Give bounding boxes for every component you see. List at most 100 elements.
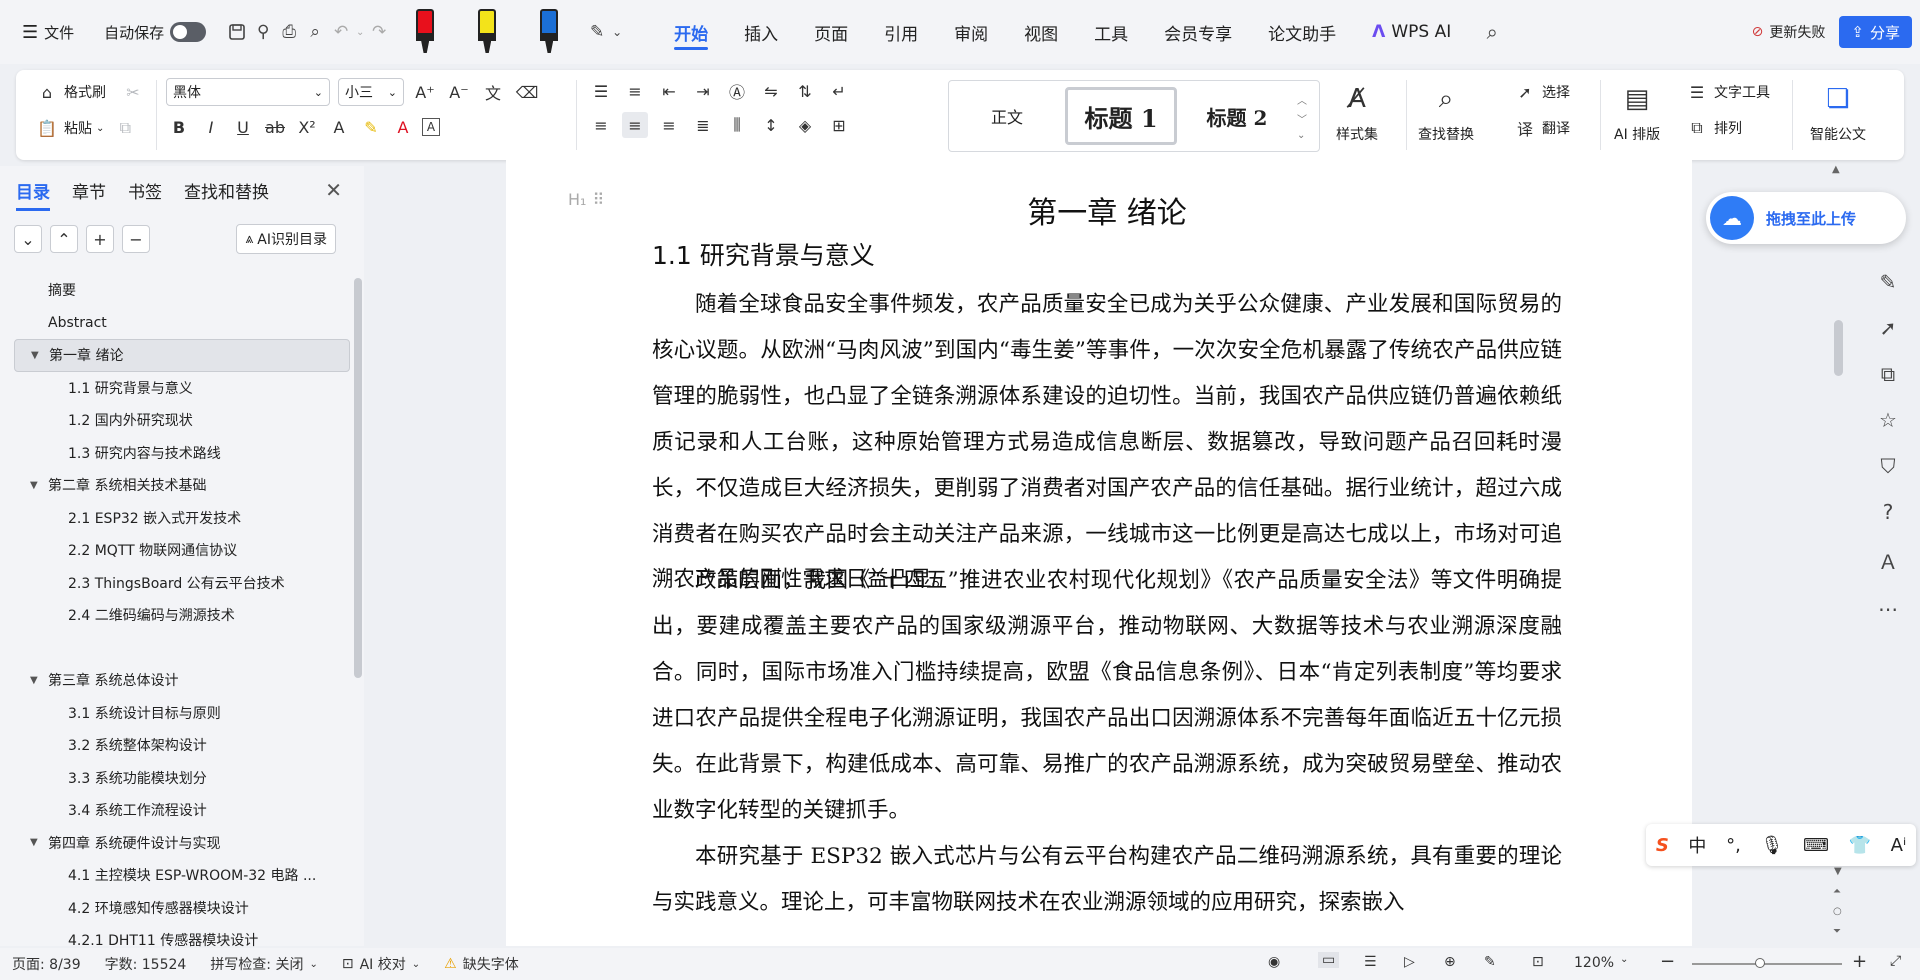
align-center-icon[interactable]: ≡	[622, 112, 648, 138]
select-browse-icon[interactable]: ○	[1833, 906, 1842, 917]
style-heading-2[interactable]: 标题 2	[1177, 87, 1297, 145]
distributed-icon[interactable]: ⫼	[724, 112, 750, 138]
page-view-icon[interactable]: ▭	[1318, 952, 1340, 968]
yellow-highlighter-icon[interactable]	[476, 9, 498, 55]
justify-icon[interactable]: ≣	[690, 112, 716, 138]
zoom-slider-track[interactable]	[1692, 963, 1842, 965]
chapter-title[interactable]: 第一章 绪论	[652, 188, 1562, 232]
find-replace-button[interactable]: ⌕ 查找替换	[1418, 80, 1474, 144]
style-gallery-scroll[interactable]: ︿ ﹀ ⌄	[1297, 92, 1307, 141]
bold-icon[interactable]: B	[166, 114, 192, 140]
text-direction-icon[interactable]: ⇋	[758, 78, 784, 104]
toc-item[interactable]: 3.4 系统工作流程设计	[14, 794, 350, 827]
page-count[interactable]: 页面: 8/39	[0, 954, 93, 974]
smart-doc-button[interactable]: ❏ 智能公文	[1810, 80, 1866, 144]
bullet-list-icon[interactable]: ☰	[588, 78, 614, 104]
expand-caret-icon[interactable]: ▼	[30, 480, 38, 491]
paragraph[interactable]: 政策层面，我国《“十四五”推进农业农村现代化规划》《农产品质量安全法》等文件明确…	[652, 558, 1562, 833]
zoom-level[interactable]: 120%	[1574, 955, 1614, 971]
toc-item[interactable]: Abstract	[14, 307, 350, 340]
toc-chapter-item[interactable]: ▼ 第四章 系统硬件设计与实现	[14, 827, 350, 860]
outline-view-icon[interactable]: ☰	[1364, 954, 1377, 970]
toc-item[interactable]: 3.1 系统设计目标与原则	[14, 697, 350, 730]
show-marks-icon[interactable]: ↵	[826, 78, 852, 104]
ai-layout-button[interactable]: ▤ AI 排版	[1614, 80, 1660, 144]
close-icon[interactable]: ✕	[325, 178, 342, 202]
red-pen-icon[interactable]	[414, 9, 436, 55]
shading-icon[interactable]: ◈	[792, 112, 818, 138]
search-icon[interactable]: ⌕	[1479, 19, 1505, 45]
sort-icon[interactable]: ⇅	[792, 78, 818, 104]
punctuation-icon[interactable]: °,	[1726, 835, 1741, 856]
fullscreen-icon[interactable]: ⤢	[1890, 953, 1901, 969]
spell-check-toggle[interactable]: 拼写检查: 关闭 ⌄	[198, 954, 330, 974]
nav-tab-bookmarks[interactable]: 书签	[128, 178, 162, 203]
font-size-select[interactable]: 小三 ⌄	[338, 78, 404, 106]
zoom-in-icon[interactable]: +	[1852, 951, 1867, 972]
paragraph[interactable]: 本研究基于 ESP32 嵌入式芯片与公有云平台构建农产品二维码溯源系统，具有重要…	[652, 834, 1562, 926]
prev-page-icon[interactable]: ⏶	[1833, 886, 1841, 897]
toc-chapter-item[interactable]: ▼ 第一章 绪论	[14, 339, 350, 372]
tab-tools[interactable]: 工具	[1076, 12, 1146, 52]
fit-page-icon[interactable]: ⊡	[1532, 954, 1544, 970]
phonetic-guide-icon[interactable]: 文	[480, 79, 506, 105]
char-border-icon[interactable]: A	[422, 118, 440, 136]
expand-caret-icon[interactable]: ▼	[30, 837, 38, 848]
toc-item[interactable]: 1.3 研究内容与技术路线	[14, 437, 350, 470]
expand-caret-icon[interactable]: ▼	[31, 350, 39, 361]
translate-button[interactable]: 译 翻译	[1512, 114, 1570, 142]
wps-ai-button[interactable]: Λ WPS AI	[1354, 12, 1469, 52]
toc-item[interactable]: 3.2 系统整体架构设计	[14, 729, 350, 762]
toc-item[interactable]: 2.3 ThingsBoard 公有云平台技术	[14, 567, 350, 600]
remove-heading-button[interactable]: −	[122, 225, 150, 253]
file-menu-button[interactable]: ☰ 文件	[14, 16, 82, 48]
ai-proofread-button[interactable]: ⊡ AI 校对 ⌄	[330, 954, 432, 974]
cut-icon[interactable]: ✂	[120, 79, 146, 105]
strikethrough-icon[interactable]: ab	[262, 114, 288, 140]
shrink-font-icon[interactable]: A⁻	[446, 79, 472, 105]
undo-icon[interactable]: ↶	[328, 19, 354, 45]
tab-review[interactable]: 审阅	[936, 12, 1006, 52]
autosave-control[interactable]: 自动保存	[96, 16, 214, 48]
collapse-all-button[interactable]: ⌄	[14, 225, 42, 253]
edit-pen-icon[interactable]: ✎	[1880, 270, 1897, 294]
decrease-indent-icon[interactable]: ⇤	[656, 78, 682, 104]
nav-tab-chapters[interactable]: 章节	[72, 178, 106, 203]
next-page-icon[interactable]: ⏷	[1833, 926, 1841, 937]
nav-tab-find-replace[interactable]: 查找和替换	[184, 178, 269, 203]
superscript-icon[interactable]: X²	[294, 114, 320, 140]
text-effect-icon[interactable]: A	[326, 114, 352, 140]
zoom-out-icon[interactable]: −	[1660, 951, 1675, 972]
update-status-button[interactable]: ⊘ 更新失败	[1744, 16, 1834, 48]
toc-item[interactable]: 1.2 国内外研究现状	[14, 404, 350, 437]
ai-assistant-icon[interactable]: Aⁱ	[1891, 835, 1907, 856]
toc-item[interactable]: 1.1 研究背景与意义	[14, 372, 350, 405]
scroll-up-icon[interactable]: ▲	[1832, 164, 1840, 175]
tab-thesis-assistant[interactable]: 论文助手	[1250, 12, 1354, 52]
align-right-icon[interactable]: ≡	[656, 112, 682, 138]
toc-chapter-item[interactable]: ▼ 第三章 系统总体设计	[14, 664, 350, 697]
heading-handle[interactable]: H₁ ⠿	[568, 190, 604, 209]
pen-dropdown-icon[interactable]: ⌄	[610, 19, 624, 45]
select-button[interactable]: ➚ 选择	[1512, 78, 1570, 106]
ime-language-toggle[interactable]: 中	[1688, 832, 1706, 858]
tab-insert[interactable]: 插入	[726, 12, 796, 52]
toc-item[interactable]: 摘要	[14, 274, 350, 307]
translate-side-icon[interactable]: Ａ	[1878, 546, 1898, 575]
keyboard-icon[interactable]: ⌨	[1803, 835, 1829, 856]
scroll-thumb[interactable]	[1834, 320, 1843, 376]
chinese-layout-icon[interactable]: Ⓐ	[724, 78, 750, 104]
style-normal[interactable]: 正文	[949, 87, 1065, 145]
underline-icon[interactable]: U	[230, 114, 256, 140]
toc-item[interactable]: 3.3 系统功能模块划分	[14, 762, 350, 795]
help-icon[interactable]: ?	[1883, 500, 1894, 524]
copy-icon[interactable]: ⧉	[112, 115, 138, 141]
upload-bubble[interactable]: ☁ 拖拽至此上传	[1706, 192, 1906, 244]
toc-item[interactable]	[14, 632, 350, 665]
section-title[interactable]: 1.1 研究背景与意义	[652, 236, 875, 272]
shirt-icon[interactable]: ⛉	[1881, 454, 1896, 478]
highlight-color-icon[interactable]: ✎	[358, 114, 384, 140]
word-count[interactable]: 字数: 15524	[93, 954, 199, 974]
select-arrow-icon[interactable]: ➚	[1880, 316, 1897, 340]
nav-tab-toc[interactable]: 目录	[16, 178, 50, 211]
